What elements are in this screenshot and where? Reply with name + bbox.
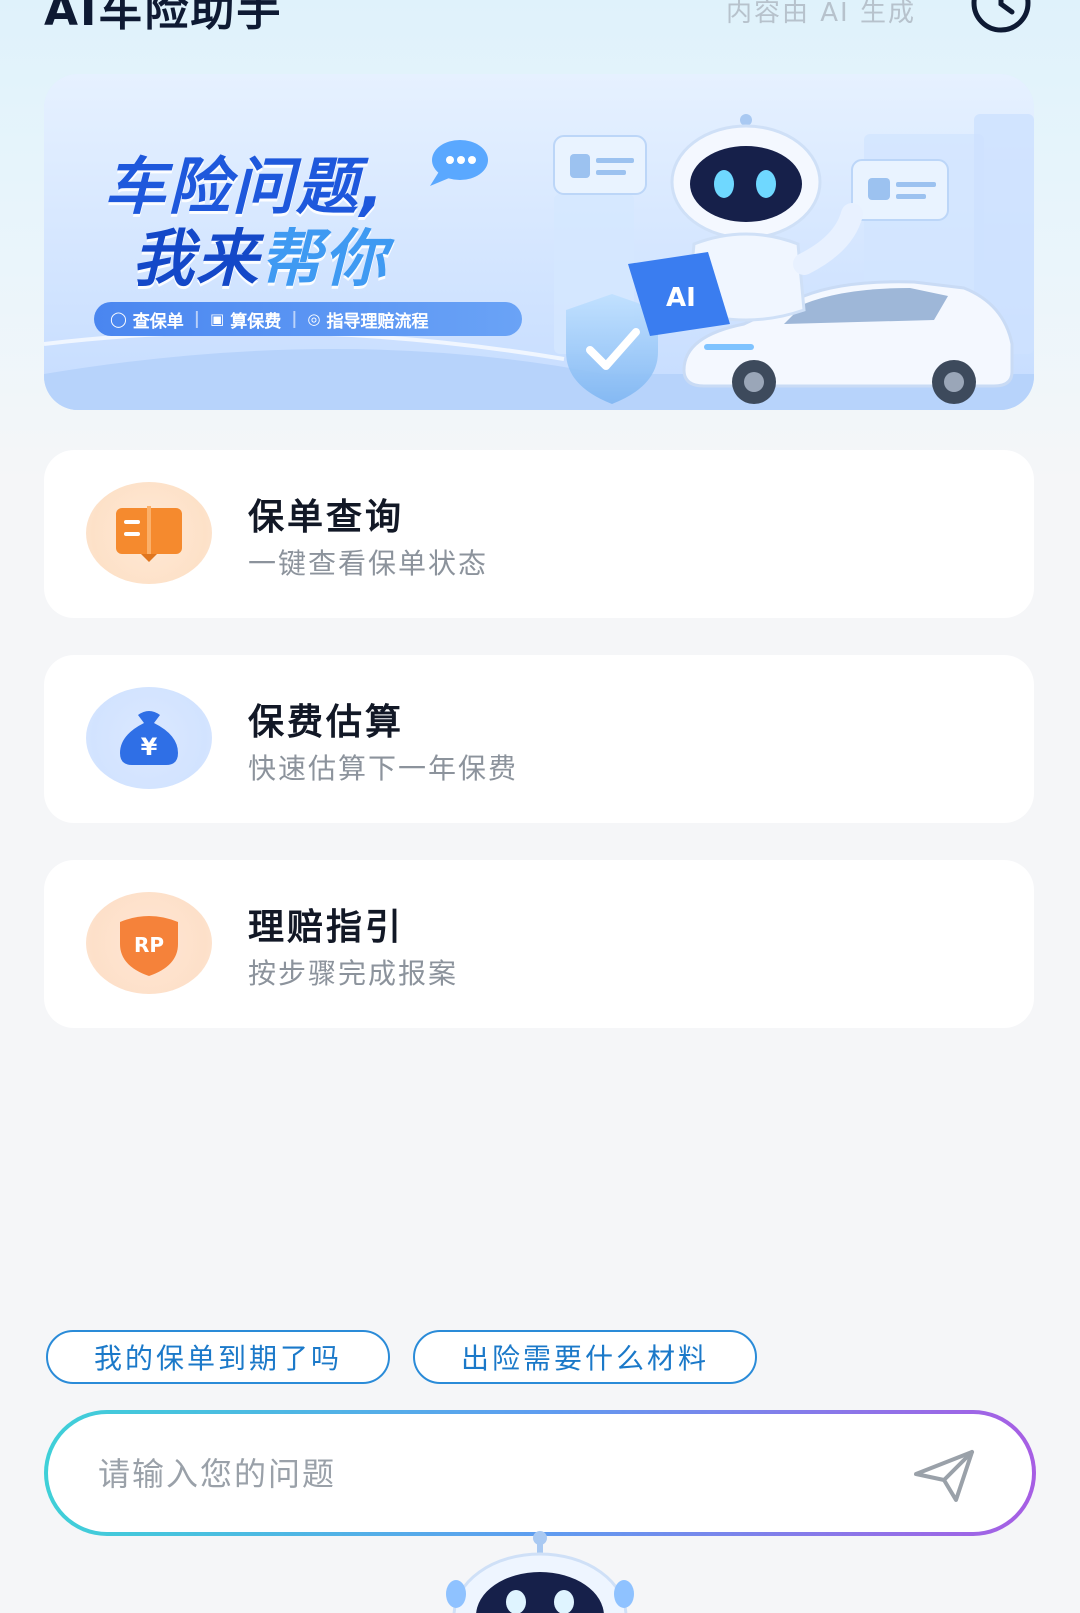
banner-headline-highlight: 帮你 xyxy=(260,222,389,295)
card-title: 理赔指引 xyxy=(248,907,405,948)
robot-mascot-icon xyxy=(446,1531,634,1613)
ai-generated-note: 内容由 AI 生成 xyxy=(726,0,916,28)
policy-query-card[interactable]: 保单查询 一键查看保单状态 xyxy=(44,450,1034,618)
question-input[interactable] xyxy=(96,1414,880,1534)
banner-feature-3: 指导理赔流程 xyxy=(326,311,429,332)
calculator-icon: ▣ xyxy=(210,310,225,328)
card-title: 保费估算 xyxy=(248,702,405,743)
banner-feature-bar: ◯ 查保单 | ▣ 算保费 | ◎ 指导理赔流程 xyxy=(94,302,522,336)
banner-feature-1: 查保单 xyxy=(132,311,184,332)
banner-headline-part1: 我来 xyxy=(132,222,261,295)
question-input-container xyxy=(48,1414,1032,1534)
header: AI车险助手 内容由 AI 生成 xyxy=(0,0,1080,60)
claim-shield-icon: RP xyxy=(86,892,212,994)
card-title: 保单查询 xyxy=(248,497,405,538)
headset-icon: ◎ xyxy=(307,310,321,328)
divider: | xyxy=(193,309,201,329)
svg-text:¥: ¥ xyxy=(141,733,158,761)
card-subtitle: 一键查看保单状态 xyxy=(248,547,489,580)
banner-headline-line2: 我来帮你 xyxy=(132,208,388,298)
shield-check-icon: ◯ xyxy=(110,310,127,328)
promo-banner[interactable]: AI 车险问题, 我来帮你 ◯ 查保单 | ▣ 算保费 | ◎ 指导理赔流程 xyxy=(44,74,1034,410)
quick-question-chip[interactable]: 我的保单到期了吗 xyxy=(46,1330,390,1384)
question-input-bar xyxy=(44,1410,1036,1536)
banner-feature-2: 算保费 xyxy=(230,311,282,332)
page-title: AI车险助手 xyxy=(44,0,283,36)
policy-book-icon xyxy=(86,482,212,584)
premium-estimate-card[interactable]: ¥ 保费估算 快速估算下一年保费 xyxy=(44,655,1034,823)
card-subtitle: 按步骤完成报案 xyxy=(248,957,459,990)
quick-question-chip[interactable]: 出险需要什么材料 xyxy=(413,1330,757,1384)
divider: | xyxy=(291,309,298,329)
claim-icon-text: RP xyxy=(134,933,164,957)
money-bag-icon: ¥ xyxy=(86,687,212,789)
clock-history-icon[interactable] xyxy=(968,0,1034,36)
tablet-ai-badge: AI xyxy=(666,283,696,313)
card-subtitle: 快速估算下一年保费 xyxy=(248,752,519,785)
claim-guide-card[interactable]: RP 理赔指引 按步骤完成报案 xyxy=(44,860,1034,1028)
send-plane-icon[interactable] xyxy=(912,1448,976,1504)
